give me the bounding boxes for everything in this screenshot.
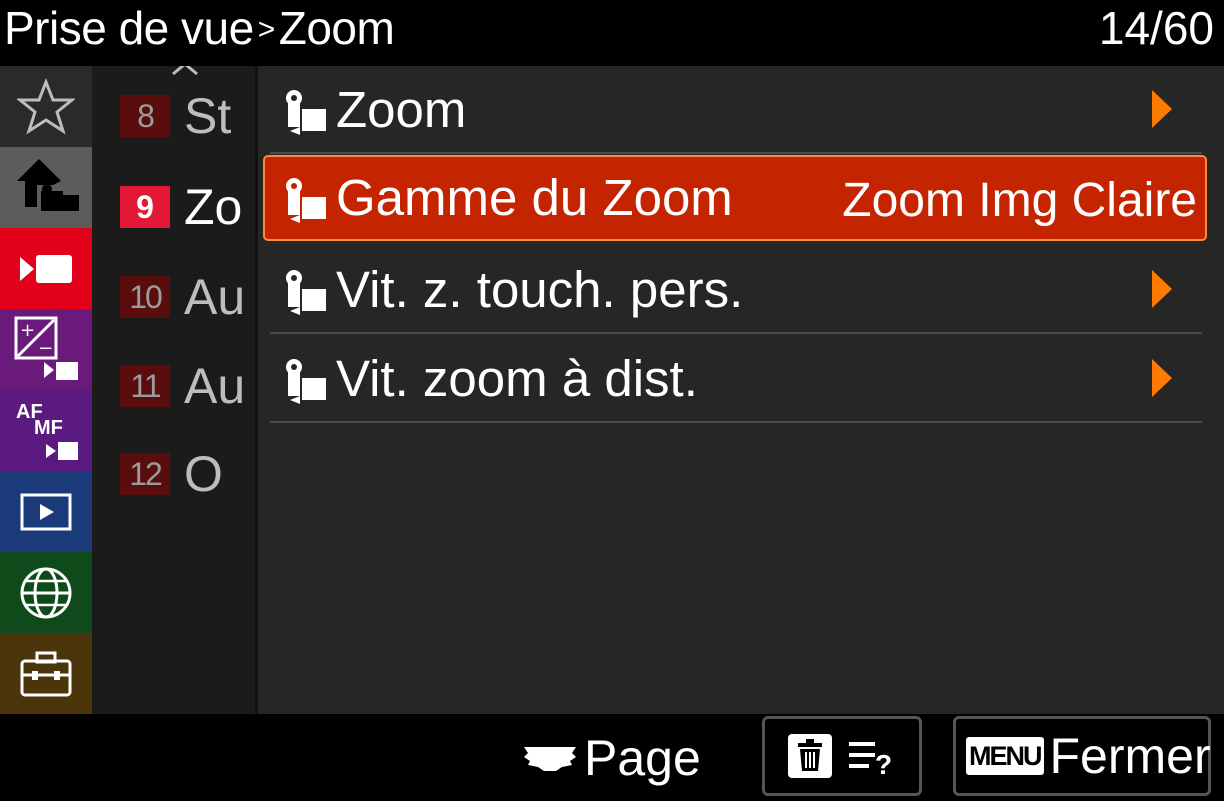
submenu-arrow-icon [1152, 359, 1172, 397]
menu-icon: MENU [966, 737, 1044, 775]
footer: Page ? MENU Fermer [0, 714, 1224, 801]
page-list: 8 St 9 Zo 10 Au 11 Au 12 O [92, 66, 255, 714]
tab-my-menu[interactable] [0, 66, 92, 147]
breadcrumb: Prise de vue >Zoom [4, 2, 395, 61]
close-button[interactable]: MENU Fermer [953, 716, 1211, 796]
af-mf-icon: AF MF [16, 401, 78, 460]
page-title: St [184, 88, 232, 144]
breadcrumb-separator: > [257, 13, 276, 46]
tab-network[interactable] [0, 552, 92, 633]
header: Prise de vue >Zoom 14/60 [0, 0, 1224, 66]
page-item-10[interactable]: 10 Au [120, 267, 245, 327]
menu-item-zoom-range[interactable]: Gamme du Zoom Zoom Img Claire [263, 155, 1207, 241]
svg-text:?: ? [875, 749, 892, 776]
tab-playback[interactable] [0, 471, 92, 552]
menu-item-label: Zoom [336, 81, 467, 138]
tab-shooting[interactable] [0, 147, 92, 228]
camera-movie-icon [286, 270, 326, 315]
menu-item-custom-zoom-speed[interactable]: Vit. z. touch. pers. [270, 246, 1202, 334]
camera-movie-icon [286, 178, 326, 223]
exposure-icon: + − [14, 316, 78, 380]
page-hint: Page [522, 728, 701, 788]
breadcrumb-parent: Prise de vue [4, 2, 254, 54]
page-number: 8 [120, 95, 170, 137]
divider [270, 421, 1202, 423]
page-label: Page [584, 730, 701, 786]
page-number: 12 [120, 453, 170, 495]
tab-movie[interactable] [0, 228, 92, 309]
tab-setup[interactable] [0, 633, 92, 714]
control-wheel-icon [524, 747, 576, 771]
camera-movie-icon [286, 359, 326, 404]
menu-item-value: Zoom Img Claire [842, 174, 1197, 227]
tab-focus[interactable]: AF MF [0, 390, 92, 471]
page-title: Zo [184, 179, 243, 235]
breadcrumb-current: Zoom [278, 2, 395, 54]
menu-list: Zoom Gamme du Zoom Zoom Img Claire Vit. … [258, 66, 1224, 714]
submenu-arrow-icon [1152, 270, 1172, 308]
menu-item-label: Gamme du Zoom [336, 169, 733, 226]
help-icon: ? [849, 742, 892, 776]
scroll-up-icon[interactable] [170, 66, 200, 76]
page-number: 11 [120, 365, 170, 407]
trash-icon [788, 734, 832, 778]
movie-icon [20, 254, 72, 283]
svg-text:+: + [20, 320, 35, 341]
tab-exposure[interactable]: + − [0, 309, 92, 390]
page-number: 9 [120, 186, 170, 228]
playback-icon [20, 493, 72, 530]
page-item-12[interactable]: 12 O [120, 444, 223, 504]
globe-icon [20, 567, 72, 618]
menu-item-remote-zoom-speed[interactable]: Vit. zoom à dist. [270, 335, 1202, 423]
delete-help-button[interactable]: ? [762, 716, 922, 796]
page-title: O [184, 446, 223, 502]
menu-item-zoom[interactable]: Zoom [270, 66, 1202, 154]
submenu-arrow-icon [1152, 90, 1172, 128]
toolbox-icon [20, 651, 72, 696]
page-item-8[interactable]: 8 St [120, 86, 231, 146]
category-tabs: + − AF MF [0, 66, 92, 714]
menu-item-label: Vit. zoom à dist. [336, 350, 698, 407]
menu-item-label: Vit. z. touch. pers. [336, 261, 744, 318]
camera-home-icon [17, 158, 79, 211]
page-title: Au [184, 358, 246, 414]
page-number: 10 [120, 276, 170, 318]
page-item-11[interactable]: 11 Au [120, 356, 245, 416]
page-item-9[interactable]: 9 Zo [120, 177, 242, 237]
star-icon [17, 77, 75, 135]
divider [270, 332, 1202, 334]
svg-text:MF: MF [34, 417, 63, 439]
camera-movie-icon [286, 90, 326, 135]
svg-text:−: − [38, 338, 53, 359]
page-title: Au [184, 269, 246, 325]
close-label: Fermer [1049, 728, 1211, 784]
divider [270, 152, 1202, 154]
page-counter: 14/60 [1098, 2, 1214, 54]
